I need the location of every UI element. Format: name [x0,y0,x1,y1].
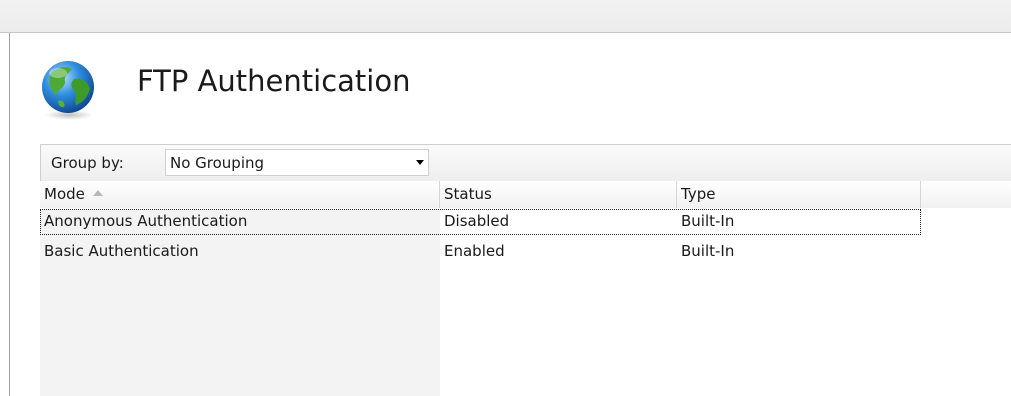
table-row[interactable]: Anonymous Authentication Disabled Built-… [40,209,921,235]
cell-status: Disabled [444,212,510,230]
column-header-mode[interactable]: Mode [40,181,440,208]
cell-status: Enabled [444,242,505,260]
sort-ascending-icon [92,189,103,196]
column-header-status-label: Status [444,185,492,203]
table-row[interactable]: Basic Authentication Enabled Built-In [40,239,921,265]
column-header-type[interactable]: Type [677,181,921,208]
group-by-bar: Group by: No Grouping [40,144,1011,181]
panel-border [9,33,10,396]
cell-mode: Anonymous Authentication [44,212,248,230]
mode-column-shading [40,209,440,396]
table-header: Mode Status Type [40,181,1011,208]
authentication-table: Mode Status Type Anonymous Authenticatio… [40,181,1011,396]
column-header-mode-label: Mode [44,185,85,203]
globe-icon [42,61,94,120]
cell-mode: Basic Authentication [44,242,199,260]
cell-type: Built-In [681,212,735,230]
cell-type: Built-In [681,242,735,260]
page-header: FTP Authentication [36,57,736,121]
chevron-down-icon[interactable] [416,160,424,165]
top-band [0,0,1011,33]
group-by-selected-value: No Grouping [170,154,265,172]
group-by-label: Group by: [51,154,124,172]
column-header-empty[interactable] [921,181,1011,208]
page-title: FTP Authentication [137,64,411,98]
group-by-dropdown[interactable]: No Grouping [165,149,429,176]
column-header-status[interactable]: Status [440,181,677,208]
column-header-type-label: Type [681,185,716,203]
